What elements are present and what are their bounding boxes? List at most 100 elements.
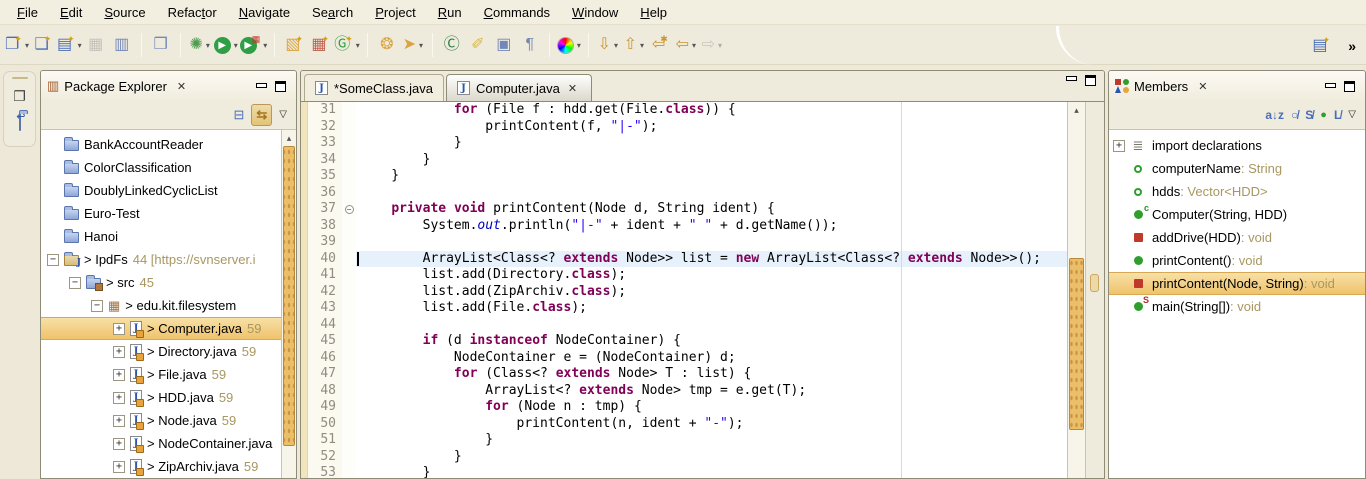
member-item[interactable]: printContent() : void (1109, 249, 1365, 272)
code-line[interactable]: 36 (308, 185, 1067, 202)
tree-item[interactable]: +J> Computer.java59 (41, 317, 281, 340)
hide-fields-icon[interactable]: ○̸ (1291, 108, 1298, 122)
tree-item[interactable]: −> IpdFs44 [https://svnserver.i (41, 248, 281, 271)
code-line[interactable]: 47 for (Class<? extends Node> T : list) … (308, 366, 1067, 383)
expand-icon[interactable]: + (113, 461, 125, 473)
sort-icon[interactable]: a↓z (1265, 108, 1284, 122)
close-icon[interactable]: ✕ (177, 80, 186, 93)
member-item[interactable]: Smain(String[]) : void (1109, 295, 1365, 318)
maximize-icon[interactable] (275, 81, 286, 92)
prev-annotation-button[interactable]: ⇧▾ (622, 32, 646, 58)
back-button[interactable]: ⇦▾ (674, 32, 698, 58)
code-line[interactable]: 38 System.out.println("|-" + ident + " "… (308, 218, 1067, 235)
trim-drag-handle[interactable] (12, 77, 28, 79)
highlighter-button[interactable]: ✐ (466, 32, 490, 58)
editor-scrollbar[interactable]: ▴ (1067, 102, 1085, 478)
code-line[interactable]: 45 if (d instanceof NodeContainer) { (308, 333, 1067, 350)
color-wheel-button[interactable]: ▾ (557, 32, 581, 58)
menu-refactor[interactable]: Refactor (157, 2, 228, 23)
code-line[interactable]: 44 (308, 317, 1067, 334)
restore-view-icon[interactable]: ❐ (13, 88, 26, 105)
menu-window[interactable]: Window (561, 2, 629, 23)
code-line[interactable]: 51 } (308, 432, 1067, 449)
member-item[interactable]: cComputer(String, HDD) (1109, 203, 1365, 226)
code-line[interactable]: 48 ArrayList<? extends Node> tmp = e.get… (308, 383, 1067, 400)
last-edit-location-button[interactable]: ⇦✱ (648, 32, 672, 58)
menu-commands[interactable]: Commands (473, 2, 561, 23)
menu-source[interactable]: Source (93, 2, 156, 23)
java-perspective-button[interactable]: ▤ ✦ (1309, 33, 1333, 59)
scrollbar-thumb[interactable] (283, 146, 295, 446)
chevron-down-icon[interactable]: ▾ (356, 41, 360, 50)
new-wizard-button[interactable]: ❐✦▾ (5, 32, 29, 58)
open-type-button[interactable]: ❂ (375, 32, 399, 58)
expand-icon[interactable]: + (113, 438, 125, 450)
show-public-icon[interactable]: ● (1320, 109, 1327, 121)
code-line[interactable]: 34 } (308, 152, 1067, 169)
new-element-button[interactable]: ▤✦▾ (57, 32, 82, 58)
code-line[interactable]: 49 for (Node n : tmp) { (308, 399, 1067, 416)
scroll-up-icon[interactable]: ▴ (282, 130, 296, 144)
tree-item[interactable]: BankAccountReader (41, 133, 281, 156)
package-explorer-scrollbar[interactable]: ▴ (281, 130, 296, 478)
expand-icon[interactable]: + (113, 369, 125, 381)
menu-file[interactable]: File (6, 2, 49, 23)
code-line[interactable]: 41 list.add(Directory.class); (308, 267, 1067, 284)
chevron-down-icon[interactable]: ▾ (718, 41, 722, 50)
maximize-icon[interactable] (1085, 75, 1096, 86)
tree-item[interactable]: +J> ZipArchiv.java59 (41, 455, 281, 478)
menu-help[interactable]: Help (629, 2, 678, 23)
member-item[interactable]: addDrive(HDD) : void (1109, 226, 1365, 249)
editor-tab-computerjava[interactable]: JComputer.java✕ (446, 74, 592, 101)
chevron-down-icon[interactable]: ▾ (25, 41, 29, 50)
chevron-down-icon[interactable]: ▾ (206, 41, 210, 50)
scrollbar-thumb[interactable] (1069, 258, 1084, 430)
chevron-down-icon[interactable]: ▾ (419, 41, 423, 50)
code-line[interactable]: 32 printContent(f, "|-"); (308, 119, 1067, 136)
scroll-up-icon[interactable]: ▴ (1068, 102, 1085, 116)
debug-button[interactable]: ✺▾ (188, 32, 212, 58)
close-icon[interactable]: ✕ (568, 82, 577, 95)
maximize-icon[interactable] (1344, 81, 1355, 92)
tree-item[interactable]: +J> File.java59 (41, 363, 281, 386)
tree-item[interactable]: +J> Node.java59 (41, 409, 281, 432)
toolbar-overflow-button[interactable]: » (1348, 38, 1354, 54)
members-title[interactable]: Members (1134, 79, 1188, 94)
member-item[interactable]: hdds : Vector<HDD> (1109, 180, 1365, 203)
fold-collapse-icon[interactable]: − (345, 205, 354, 214)
menu-run[interactable]: Run (427, 2, 473, 23)
collapse-all-icon[interactable]: ⊟ (233, 107, 244, 123)
member-item[interactable]: computerName : String (1109, 157, 1365, 180)
chevron-down-icon[interactable]: ▾ (640, 41, 644, 50)
build-button[interactable]: ❒ (149, 32, 173, 58)
chevron-down-icon[interactable]: ▾ (692, 41, 696, 50)
link-with-editor-icon[interactable]: ⇆ (251, 104, 272, 126)
chevron-down-icon[interactable]: ▾ (234, 41, 238, 50)
tree-item[interactable]: +J> HDD.java59 (41, 386, 281, 409)
menu-edit[interactable]: Edit (49, 2, 93, 23)
overview-annotation-marker[interactable] (1090, 274, 1099, 292)
collapse-icon[interactable]: − (91, 300, 103, 312)
member-item[interactable]: printContent(Node, String) : void (1109, 272, 1365, 295)
expand-icon[interactable]: + (113, 415, 125, 427)
code-line[interactable]: 39 (308, 234, 1067, 251)
menu-search[interactable]: Search (301, 2, 364, 23)
editor-tab-someclassjava[interactable]: J*SomeClass.java (304, 74, 444, 101)
next-annotation-button[interactable]: ⇩▾ (596, 32, 620, 58)
code-line[interactable]: 33 } (308, 135, 1067, 152)
collapse-icon[interactable]: − (69, 277, 81, 289)
hide-local-types-icon[interactable]: L̸ (1334, 108, 1341, 122)
tree-item[interactable]: −▦> edu.kit.filesystem (41, 294, 281, 317)
code-line[interactable]: 53 } (308, 465, 1067, 478)
minimize-icon[interactable] (1325, 82, 1336, 91)
code-line[interactable]: 50 printContent(n, ident + "-"); (308, 416, 1067, 433)
hide-static-icon[interactable]: S̸ (1305, 108, 1313, 122)
chevron-down-icon[interactable]: ▾ (78, 41, 82, 50)
menu-project[interactable]: Project (364, 2, 426, 23)
tree-item[interactable]: +J> Directory.java59 (41, 340, 281, 363)
view-menu-icon[interactable]: ▽ (279, 109, 287, 120)
minimize-icon[interactable] (1066, 75, 1077, 84)
tree-item[interactable]: Hanoi (41, 225, 281, 248)
code-line[interactable]: 46 NodeContainer e = (NodeContainer) d; (308, 350, 1067, 367)
run-external-button[interactable]: ▶▦▾ (240, 32, 268, 58)
